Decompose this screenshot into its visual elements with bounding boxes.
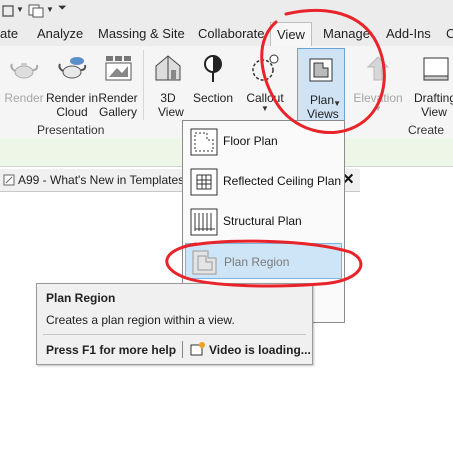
ceiling-plan-icon <box>190 168 218 196</box>
render-gallery-button[interactable]: Render Gallery <box>97 46 139 119</box>
tooltip: Plan Region Creates a plan region within… <box>36 283 313 365</box>
plan-region-icon <box>192 250 217 275</box>
menu-item-plan-region[interactable]: Plan Region <box>185 243 342 279</box>
render-gallery-label: Render Gallery <box>98 91 138 119</box>
elevation-button[interactable]: Elevation ▼ <box>350 46 406 113</box>
ribbon-tabs: ate Analyze Massing & Site Collaborate V… <box>0 22 453 47</box>
drafting-view-button[interactable]: Drafting View <box>414 46 453 119</box>
chevron-down-icon[interactable]: ▼ <box>46 5 54 14</box>
teapot-icon <box>10 63 39 79</box>
menu-item-reflected-ceiling-plan[interactable]: Reflected Ceiling Plan <box>185 163 342 199</box>
tooltip-divider <box>43 334 306 335</box>
3d-view-button[interactable]: 3D View <box>148 46 188 119</box>
create-panel-label: Create <box>408 123 445 137</box>
chevron-down-icon[interactable]: ▼ <box>350 105 406 113</box>
view-icon <box>3 174 15 186</box>
tab-analyze[interactable]: Analyze <box>37 26 83 41</box>
chevron-down-icon[interactable]: ▼ <box>333 100 341 108</box>
callout-icon <box>252 54 279 81</box>
plan-views-icon <box>309 58 333 82</box>
view-tab-label: A99 - What's New in Templates <box>18 173 185 187</box>
menu-item-floor-plan[interactable]: Floor Plan <box>185 123 342 159</box>
house-icon <box>155 55 181 81</box>
chevron-down-icon[interactable]: ▼ <box>16 5 24 14</box>
section-icon <box>204 55 222 82</box>
render-in-cloud-button[interactable]: Render in Cloud <box>45 46 99 119</box>
panel-divider <box>143 50 144 120</box>
structural-plan-icon <box>190 208 218 236</box>
elevation-label: Elevation <box>353 91 403 105</box>
video-icon <box>190 342 205 356</box>
tab-add-ins[interactable]: Add-Ins <box>386 26 431 41</box>
drafting-icon <box>423 57 449 81</box>
sync-icon[interactable] <box>2 4 16 18</box>
section-label: Section <box>192 91 234 105</box>
menu-item-label: Floor Plan <box>223 134 278 148</box>
switch-windows-icon[interactable] <box>28 4 46 18</box>
tooltip-separator <box>182 341 183 358</box>
tab-create[interactable]: ate <box>0 26 18 41</box>
customize-qat-icon[interactable]: ⏷ <box>58 2 67 15</box>
menu-item-structural-plan[interactable]: Structural Plan <box>185 203 342 239</box>
tab-manage[interactable]: Manage <box>323 26 370 41</box>
tab-collaborate[interactable]: Collaborate <box>198 26 265 41</box>
chevron-down-icon[interactable]: ▼ <box>243 105 287 113</box>
elevation-icon <box>366 56 390 81</box>
callout-label: Callout <box>246 91 284 105</box>
presentation-panel-label: Presentation <box>37 123 105 137</box>
gallery-icon <box>105 56 132 81</box>
tab-overflow[interactable]: C <box>446 26 453 41</box>
drafting-view-label: Drafting View <box>414 91 453 119</box>
tooltip-video-status: Video is loading... <box>209 343 311 357</box>
tab-massing-site[interactable]: Massing & Site <box>98 26 185 41</box>
quick-access-toolbar: ▼ ▼ ⏷ <box>0 0 453 22</box>
callout-button[interactable]: Callout ▼ <box>243 46 287 113</box>
tooltip-help: Press F1 for more help <box>46 343 177 357</box>
floor-plan-icon <box>190 128 218 156</box>
render-in-cloud-label: Render in Cloud <box>45 91 99 119</box>
section-button[interactable]: Section <box>191 46 235 105</box>
cloud-teapot-icon <box>58 57 87 79</box>
tab-view[interactable]: View <box>270 22 312 46</box>
menu-item-label: Structural Plan <box>223 214 302 228</box>
render-label: Render <box>4 91 44 105</box>
render-button[interactable]: Render <box>2 46 46 105</box>
plan-views-button[interactable]: Plan Views ▼ <box>297 48 345 122</box>
tooltip-title: Plan Region <box>46 291 116 305</box>
3d-view-label: 3D View <box>158 91 184 119</box>
tooltip-description: Creates a plan region within a view. <box>46 313 235 327</box>
menu-item-label: Reflected Ceiling Plan <box>223 174 342 188</box>
menu-item-label: Plan Region <box>224 255 290 269</box>
